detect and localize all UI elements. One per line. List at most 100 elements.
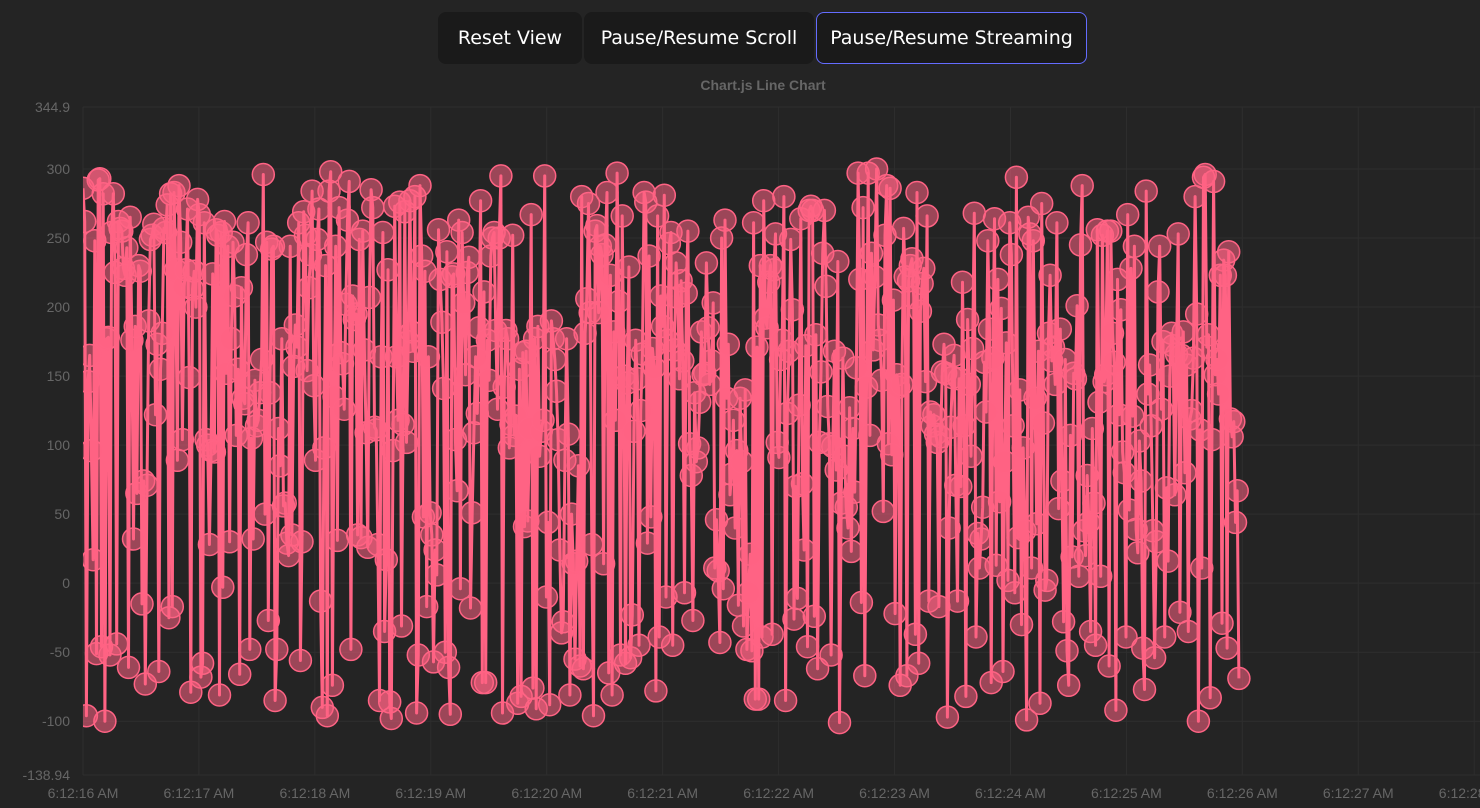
data-point	[93, 709, 117, 733]
data-point	[566, 454, 591, 478]
data-point	[337, 169, 361, 194]
x-tick-label: 6:12:23 AM	[859, 785, 930, 801]
data-point	[1068, 233, 1093, 257]
data-point	[389, 614, 414, 638]
data-point	[955, 307, 980, 332]
data-point	[251, 162, 276, 187]
data-point	[1129, 469, 1153, 493]
data-point	[1056, 673, 1081, 698]
data-point	[1104, 698, 1128, 722]
data-point	[1070, 173, 1094, 198]
data-point	[436, 655, 461, 680]
data-point	[1147, 234, 1172, 259]
data-point	[1001, 414, 1025, 438]
data-point	[1196, 322, 1221, 347]
data-point	[320, 673, 345, 698]
data-point	[1048, 317, 1073, 341]
data-point	[730, 449, 754, 474]
data-point	[674, 281, 698, 305]
data-point	[949, 474, 973, 499]
data-point	[308, 589, 333, 613]
data-point	[890, 372, 914, 397]
data-point	[551, 610, 575, 634]
data-point	[878, 176, 902, 201]
data-point	[1210, 611, 1234, 635]
data-point	[197, 532, 222, 557]
data-point	[1184, 302, 1209, 326]
data-point	[425, 563, 449, 587]
data-point	[121, 527, 146, 551]
data-point	[826, 249, 850, 274]
data-point	[128, 259, 153, 283]
data-point	[1045, 211, 1069, 235]
data-point	[962, 201, 987, 225]
pause-resume-scroll-button[interactable]: Pause/Resume Scroll	[584, 12, 814, 64]
data-point	[148, 357, 173, 381]
data-point	[325, 528, 350, 553]
data-point	[211, 575, 235, 600]
data-point	[1205, 347, 1229, 372]
x-tick-label: 6:12:28 AM	[1439, 785, 1480, 801]
data-point	[431, 376, 456, 401]
data-point	[1156, 549, 1180, 573]
data-point	[207, 683, 232, 707]
data-point	[836, 516, 860, 540]
data-point	[83, 209, 97, 234]
data-point	[1122, 234, 1147, 259]
data-point	[573, 321, 597, 346]
data-point	[780, 298, 805, 322]
data-point	[1051, 610, 1076, 634]
data-point	[844, 356, 869, 380]
data-point	[853, 663, 877, 688]
data-point	[160, 594, 185, 619]
data-point	[992, 449, 1017, 474]
data-point	[462, 420, 486, 445]
data-point	[1176, 619, 1201, 644]
data-point	[1073, 543, 1098, 568]
data-point	[323, 234, 348, 259]
data-point	[1003, 581, 1027, 605]
data-point	[595, 180, 619, 205]
data-point	[1087, 390, 1111, 415]
data-point	[202, 440, 227, 464]
data-point	[954, 684, 978, 709]
data-point	[1099, 219, 1123, 243]
data-point	[1083, 633, 1108, 658]
data-point	[790, 472, 815, 496]
data-point	[229, 275, 254, 300]
data-point	[1050, 469, 1074, 493]
data-point	[751, 188, 776, 213]
data-point	[952, 414, 976, 438]
data-point	[246, 408, 270, 433]
data-point	[167, 173, 191, 198]
data-point	[989, 296, 1014, 321]
data-point	[290, 530, 314, 554]
data-point	[778, 227, 803, 252]
data-point	[394, 430, 419, 455]
data-point	[263, 688, 287, 713]
data-point	[489, 164, 513, 188]
data-point	[713, 208, 737, 232]
data-point	[543, 347, 567, 372]
x-tick-label: 6:12:25 AM	[1091, 785, 1162, 801]
x-tick-label: 6:12:20 AM	[511, 785, 582, 801]
pause-resume-streaming-button[interactable]: Pause/Resume Streaming	[816, 12, 1087, 64]
data-point	[302, 373, 326, 398]
data-point	[622, 419, 646, 444]
data-point	[104, 632, 129, 656]
data-point	[558, 683, 582, 707]
data-point	[827, 710, 852, 735]
data-point	[130, 592, 154, 616]
data-point	[492, 375, 516, 399]
data-point	[681, 608, 705, 633]
data-point	[1021, 229, 1046, 253]
x-tick-label: 6:12:17 AM	[164, 785, 235, 801]
data-point	[313, 253, 338, 278]
reset-view-button[interactable]: Reset View	[438, 12, 582, 64]
data-point	[170, 427, 195, 452]
data-point	[880, 443, 904, 467]
data-point	[273, 491, 297, 515]
data-point	[620, 603, 645, 627]
data-point	[537, 692, 562, 717]
data-point	[1035, 568, 1059, 593]
